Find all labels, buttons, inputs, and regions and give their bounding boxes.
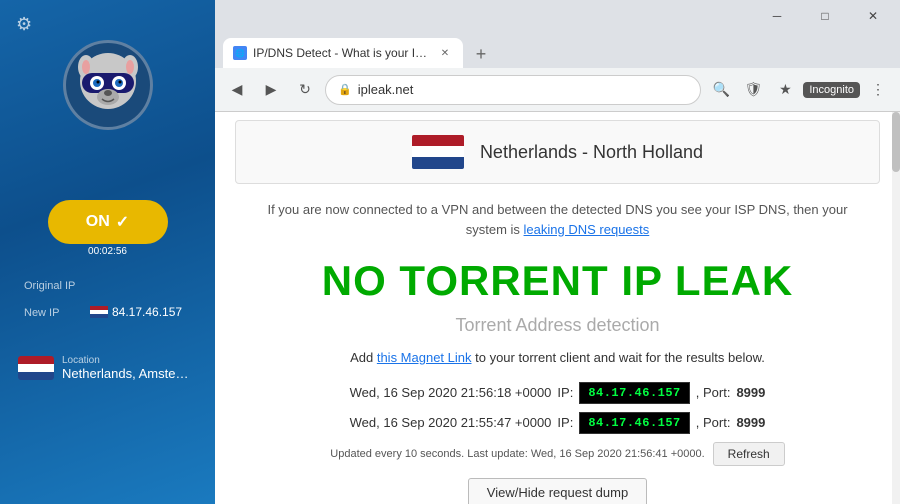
browser-window: ─ □ ✕ 🌐 IP/DNS Detect - What is your IP.… xyxy=(215,0,900,504)
no-leak-banner: NO TORRENT IP LEAK xyxy=(235,247,880,315)
torrent-row-1-date: Wed, 16 Sep 2020 21:56:18 +0000 xyxy=(350,385,552,400)
torrent-row-2-port-label: , Port: xyxy=(696,415,731,430)
location-name: Netherlands, Amsterda... xyxy=(62,366,192,381)
torrent-row-2-date: Wed, 16 Sep 2020 21:55:47 +0000 xyxy=(350,415,552,430)
forward-button[interactable]: ▶ xyxy=(257,76,285,104)
active-tab[interactable]: 🌐 IP/DNS Detect - What is your IP... ✕ xyxy=(223,38,463,68)
torrent-row-2-port: 8999 xyxy=(736,415,765,430)
tab-favicon: 🌐 xyxy=(233,46,247,60)
gear-icon[interactable]: ⚙ xyxy=(16,14,32,35)
refresh-button[interactable]: Refresh xyxy=(713,442,785,466)
address-bar[interactable]: 🔒 ipleak.net xyxy=(325,75,701,105)
new-ip-value: 84.17.46.157 xyxy=(90,305,182,319)
new-ip-label: New IP xyxy=(24,307,59,319)
tab-title: IP/DNS Detect - What is your IP... xyxy=(253,46,431,60)
view-dump-button[interactable]: View/Hide request dump xyxy=(468,478,647,504)
menu-icon[interactable]: ⋮ xyxy=(864,76,892,104)
original-ip-label: Original IP xyxy=(24,280,75,292)
incognito-badge: Incognito xyxy=(803,82,860,98)
location-text: Netherlands - North Holland xyxy=(480,142,703,163)
scrollbar-thumb xyxy=(892,112,900,172)
checkmark-icon: ✓ xyxy=(116,212,129,232)
vpn-location[interactable]: Location Netherlands, Amsterda... xyxy=(18,355,192,381)
torrent-row-2-ip: 84.17.46.157 xyxy=(579,412,689,434)
torrent-section-title: Torrent Address detection xyxy=(235,315,880,336)
vpn-toggle-button[interactable]: ON ✓ xyxy=(48,200,168,244)
minimize-button[interactable]: ─ xyxy=(754,0,800,32)
search-icon[interactable]: 🔍 xyxy=(707,76,735,104)
url-text: ipleak.net xyxy=(358,82,414,97)
torrent-description: Add this Magnet Link to your torrent cli… xyxy=(235,348,880,378)
new-tab-button[interactable]: + xyxy=(467,40,495,68)
browser-toolbar: ◀ ▶ ↻ 🔒 ipleak.net 🔍 🛡 ★ Incognito ⋮ xyxy=(215,68,900,112)
toolbar-icons: 🔍 🛡 ★ Incognito ⋮ xyxy=(707,76,892,104)
bookmark-icon[interactable]: ★ xyxy=(771,76,799,104)
torrent-row-1-ip: 84.17.46.157 xyxy=(579,382,689,404)
torrent-row-1-ip-label: IP: xyxy=(557,385,573,400)
scrollbar[interactable] xyxy=(892,112,900,504)
torrent-row-1-port: 8999 xyxy=(736,385,765,400)
vpn-timer: 00:02:56 xyxy=(88,246,127,257)
location-label: Location xyxy=(62,355,192,366)
browser-tabs: 🌐 IP/DNS Detect - What is your IP... ✕ + xyxy=(215,32,900,68)
location-banner: Netherlands - North Holland xyxy=(235,120,880,184)
vpn-status-label: ON xyxy=(86,213,110,231)
torrent-row-2-ip-label: IP: xyxy=(557,415,573,430)
tab-close-button[interactable]: ✕ xyxy=(437,45,453,61)
update-info: Updated every 10 seconds. Last update: W… xyxy=(235,438,880,470)
close-button[interactable]: ✕ xyxy=(850,0,896,32)
lock-icon: 🔒 xyxy=(338,83,352,96)
dns-warning: If you are now connected to a VPN and be… xyxy=(235,192,880,247)
dns-link[interactable]: leaking DNS requests xyxy=(524,222,650,237)
vpn-panel: ⚙ ON ✓ xyxy=(0,0,215,504)
browser-titlebar: ─ □ ✕ xyxy=(215,0,900,32)
update-text: Updated every 10 seconds. Last update: W… xyxy=(330,448,704,460)
torrent-row-1-port-label: , Port: xyxy=(696,385,731,400)
magnet-link[interactable]: this Magnet Link xyxy=(377,350,472,365)
shield-icon[interactable]: 🛡 xyxy=(739,76,767,104)
avatar xyxy=(63,40,153,130)
web-content: Netherlands - North Holland If you are n… xyxy=(215,112,900,504)
back-button[interactable]: ◀ xyxy=(223,76,251,104)
window-controls: ─ □ ✕ xyxy=(754,0,896,32)
torrent-row: Wed, 16 Sep 2020 21:56:18 +0000 IP: 84.1… xyxy=(235,378,880,408)
torrent-row-2: Wed, 16 Sep 2020 21:55:47 +0000 IP: 84.1… xyxy=(235,408,880,438)
reload-button[interactable]: ↻ xyxy=(291,76,319,104)
maximize-button[interactable]: □ xyxy=(802,0,848,32)
